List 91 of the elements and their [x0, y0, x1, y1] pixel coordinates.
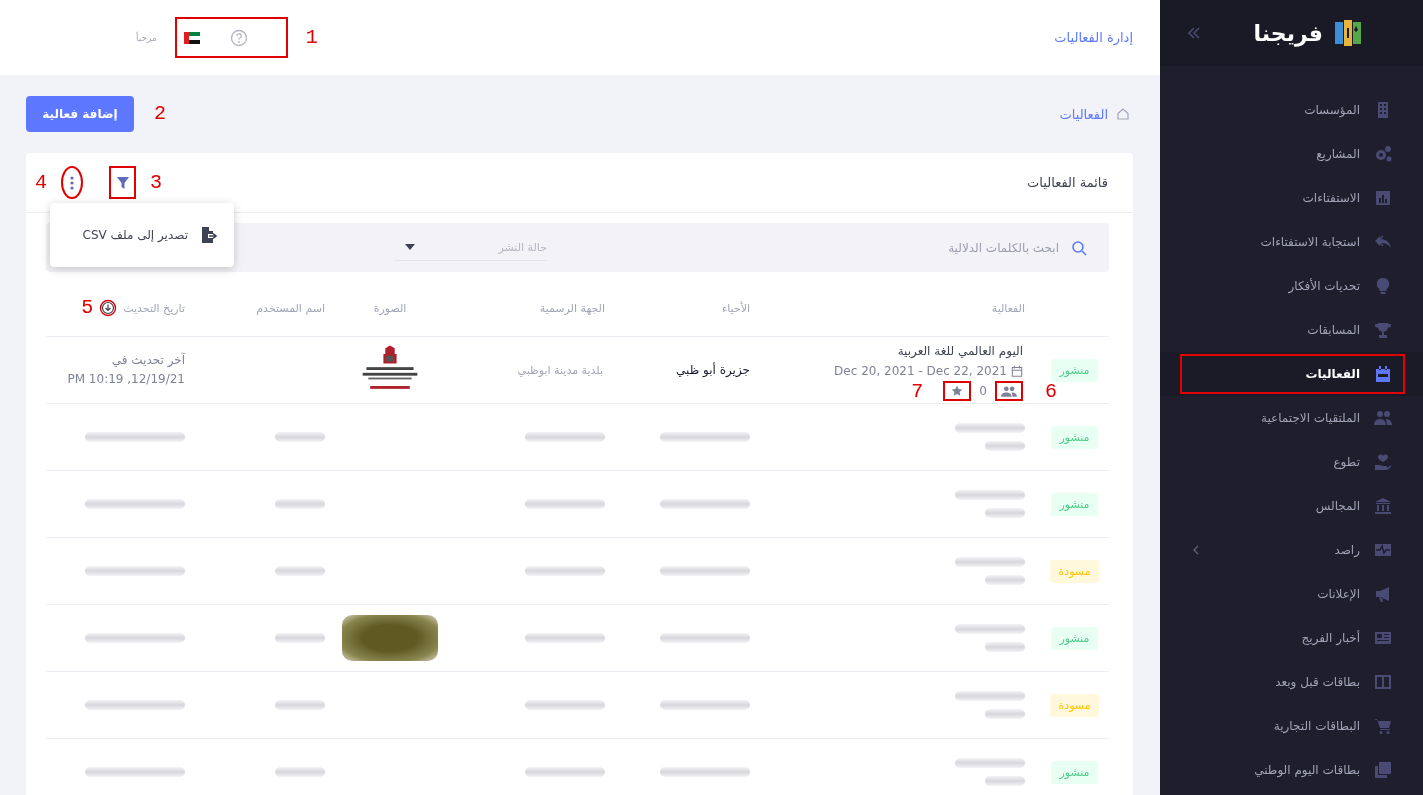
page-title: إدارة الفعاليات [1054, 30, 1133, 45]
star-icon [951, 385, 964, 397]
status-badge: منشور [1051, 760, 1098, 784]
lightbulb-icon [1374, 277, 1392, 295]
blurred-text [985, 441, 1025, 451]
sidebar-item[interactable]: المشاريع [1180, 134, 1405, 174]
breadcrumb-link[interactable]: الفعاليات [1059, 106, 1108, 122]
calendar-icon [1011, 365, 1023, 377]
calendar-icon [1374, 365, 1392, 383]
add-event-button[interactable]: إضافة فعالية [26, 96, 134, 132]
sidebar-item[interactable]: البطاقات التجارية [1180, 706, 1405, 746]
bank-icon [1374, 497, 1392, 515]
attendees-count: 0 [979, 383, 987, 400]
greeting-text: مرحباً [136, 32, 157, 43]
sidebar-item[interactable]: الملتقيات الاجتماعية [1180, 398, 1405, 438]
blurred-text [955, 490, 1025, 500]
sidebar-item[interactable]: استجابة الاستفتاءات [1180, 222, 1405, 262]
sort-descending-icon[interactable] [99, 299, 118, 317]
blurred-text [985, 575, 1025, 585]
callout-number: 1 [305, 26, 318, 49]
status-badge: منشور [1051, 425, 1098, 449]
blurred-text [955, 423, 1025, 433]
blurred-text [985, 709, 1025, 719]
home-icon [1116, 107, 1130, 121]
callout-number: 7 [911, 381, 924, 403]
blurred-text [955, 624, 1025, 634]
callout-number: 6 [1045, 381, 1057, 403]
logo-drawing [1335, 20, 1361, 46]
sidebar-item[interactable]: بطاقات قبل وبعد [1180, 662, 1405, 702]
status-badge: منشور [1051, 626, 1098, 650]
sidebar-item[interactable]: الفعاليات [1180, 354, 1405, 394]
status-badge: مسودة [1050, 559, 1099, 583]
filter-icon [115, 175, 130, 190]
updated-label: آخر تحديث في [111, 351, 185, 369]
event-title: اليوم العالمي للغة العربية [897, 343, 1023, 360]
flag-icon[interactable] [183, 31, 200, 44]
sidebar-item[interactable]: بطاقات اليوم الوطني [1180, 750, 1405, 790]
neighborhood-cell: جزيرة أبو ظبي [676, 363, 750, 377]
sidebar-item[interactable]: تطوع [1180, 442, 1405, 482]
event-dates: Dec 20, 2021 - Dec 22, 2021 [834, 363, 1007, 380]
kebab-icon [70, 175, 74, 190]
pulse-icon [1374, 541, 1392, 559]
blurred-text [955, 557, 1025, 567]
blurred-text [955, 691, 1025, 701]
sidebar-item[interactable]: الاستفتاءات [1180, 178, 1405, 218]
bar-chart-icon [1374, 189, 1392, 207]
blurred-text [275, 700, 325, 710]
sidebar-item[interactable]: الإعلانات [1180, 574, 1405, 614]
sidebar-item[interactable]: أخبار الفريج [1180, 618, 1405, 658]
users-icon [1001, 385, 1017, 397]
trophy-icon [1374, 321, 1392, 339]
sidebar-item[interactable]: تحديات الأفكار [1180, 266, 1405, 306]
filter-button[interactable] [109, 166, 136, 199]
sidebar-item[interactable]: المسابقات [1180, 310, 1405, 350]
chevron-icon [1192, 545, 1200, 555]
callout-number: 2 [154, 103, 166, 125]
hand-heart-icon [1374, 453, 1392, 471]
blurred-text [275, 767, 325, 777]
blurred-text [275, 432, 325, 442]
menu-item[interactable]: تصدير إلى ملف CSV [50, 215, 234, 255]
brand-name: فريجنا [1252, 20, 1323, 46]
copy-icon [1374, 761, 1392, 779]
sidebar-item[interactable]: المجالس [1180, 486, 1405, 526]
megaphone-icon [1374, 585, 1392, 603]
cart-icon [1374, 717, 1392, 735]
file-export-icon [200, 226, 218, 244]
blurred-text [955, 758, 1025, 768]
blurred-text [275, 633, 325, 643]
blurred-text [985, 508, 1025, 518]
authority-cell-text: بلدية مدينة ابوظبي [517, 363, 604, 377]
callout-number: 3 [150, 171, 163, 194]
blurred-text [985, 776, 1025, 786]
blurred-text [275, 566, 325, 576]
search-field[interactable]: ابحث بالكلمات الدلالية [737, 239, 1061, 256]
caret-icon [405, 244, 415, 250]
blurred-text [985, 642, 1025, 652]
updated-time: 12/19/21, 10:19 PM [67, 371, 185, 388]
callout-number: 4 [35, 171, 47, 194]
sidebar-item[interactable]: راصد [1180, 530, 1405, 570]
blurred-text [275, 499, 325, 509]
callout-number: 5 [81, 297, 94, 319]
status-badge: مسودة [1050, 693, 1099, 717]
sidebar-item[interactable]: المؤسسات [1180, 90, 1405, 130]
columns-icon [1374, 673, 1392, 691]
newspaper-icon [1374, 629, 1392, 647]
card-title: قائمة الفعاليات [1027, 175, 1108, 190]
users-icon [1374, 409, 1392, 427]
search-icon [1071, 239, 1087, 256]
status-badge: منشور [1051, 358, 1098, 382]
status-badge: منشور [1051, 492, 1098, 516]
more-options-button[interactable] [61, 166, 83, 199]
